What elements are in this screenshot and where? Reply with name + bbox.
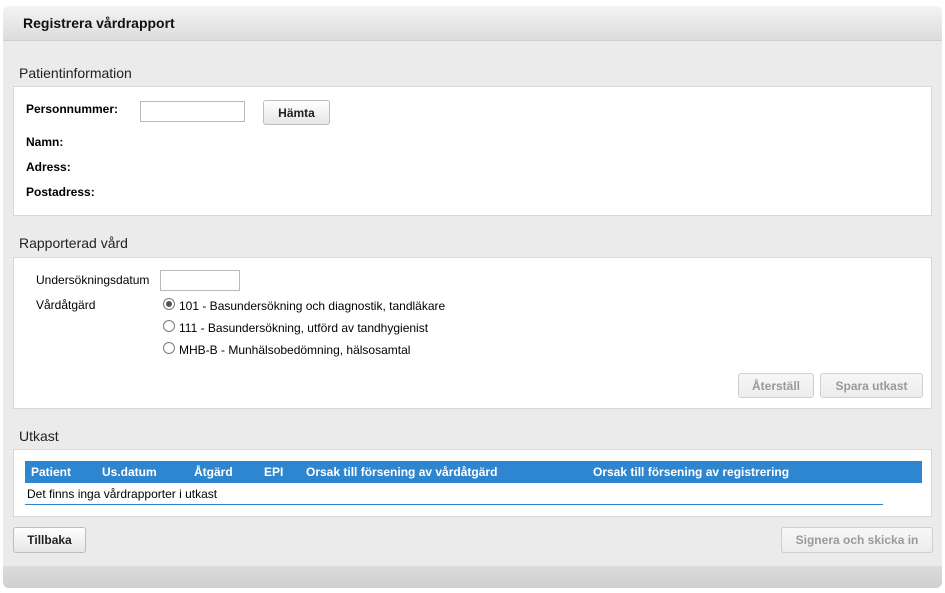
option-101-label: 101 - Basundersökning och diagnostik, ta… <box>179 299 446 313</box>
column-header-date[interactable]: Us.datum <box>102 465 157 479</box>
column-header-epi[interactable]: EPI <box>264 465 283 479</box>
care-action-label: Vårdåtgärd <box>36 298 96 312</box>
fetch-button[interactable]: Hämta <box>263 100 330 125</box>
care-panel: Undersökningsdatum Vårdåtgärd 101 - Basu… <box>13 257 932 409</box>
window-title: Registrera vårdrapport <box>23 15 175 31</box>
exam-date-label: Undersökningsdatum <box>36 273 150 287</box>
radio-option-101[interactable] <box>163 298 175 310</box>
radio-option-111[interactable] <box>163 320 175 332</box>
save-draft-button[interactable]: Spara utkast <box>820 373 923 398</box>
title-bar: Registrera vårdrapport <box>3 6 942 41</box>
name-label: Namn: <box>26 135 64 149</box>
column-header-registration-delay-reason[interactable]: Orsak till försening av registrering <box>593 465 789 479</box>
exam-date-input[interactable] <box>160 270 240 291</box>
personnummer-input[interactable] <box>140 101 245 122</box>
sign-and-submit-button[interactable]: Signera och skicka in <box>781 527 933 553</box>
option-111-label: 111 - Basundersökning, utförd av tandhyg… <box>179 321 429 335</box>
address-label: Adress: <box>26 160 71 174</box>
drafts-panel: Patient Us.datum Åtgärd EPI Orsak till f… <box>13 449 932 517</box>
patient-section-title: Patientinformation <box>19 65 132 81</box>
column-header-action[interactable]: Åtgärd <box>194 465 233 479</box>
drafts-section-title: Utkast <box>19 428 59 444</box>
patient-panel: Personnummer: Hämta Namn: Adress: Postad… <box>13 86 932 216</box>
table-row: Det finns inga vårdrapporter i utkast <box>25 483 883 505</box>
postal-address-label: Postadress: <box>26 185 95 199</box>
care-section-title: Rapporterad vård <box>19 235 128 251</box>
reset-button[interactable]: Återställ <box>738 373 814 398</box>
option-mhb-b-label: MHB-B - Munhälsobedömning, hälsosamtal <box>179 343 411 357</box>
bottom-bar <box>3 566 942 588</box>
column-header-patient[interactable]: Patient <box>31 465 71 479</box>
column-header-care-delay-reason[interactable]: Orsak till försening av vårdåtgärd <box>306 465 497 479</box>
drafts-table-header: Patient Us.datum Åtgärd EPI Orsak till f… <box>25 461 922 483</box>
personnummer-label: Personnummer: <box>26 102 119 116</box>
back-button[interactable]: Tillbaka <box>13 527 86 553</box>
report-window: Registrera vårdrapport Patientinformatio… <box>3 6 942 588</box>
empty-drafts-message: Det finns inga vårdrapporter i utkast <box>27 487 218 501</box>
radio-option-mhb-b[interactable] <box>163 342 175 354</box>
